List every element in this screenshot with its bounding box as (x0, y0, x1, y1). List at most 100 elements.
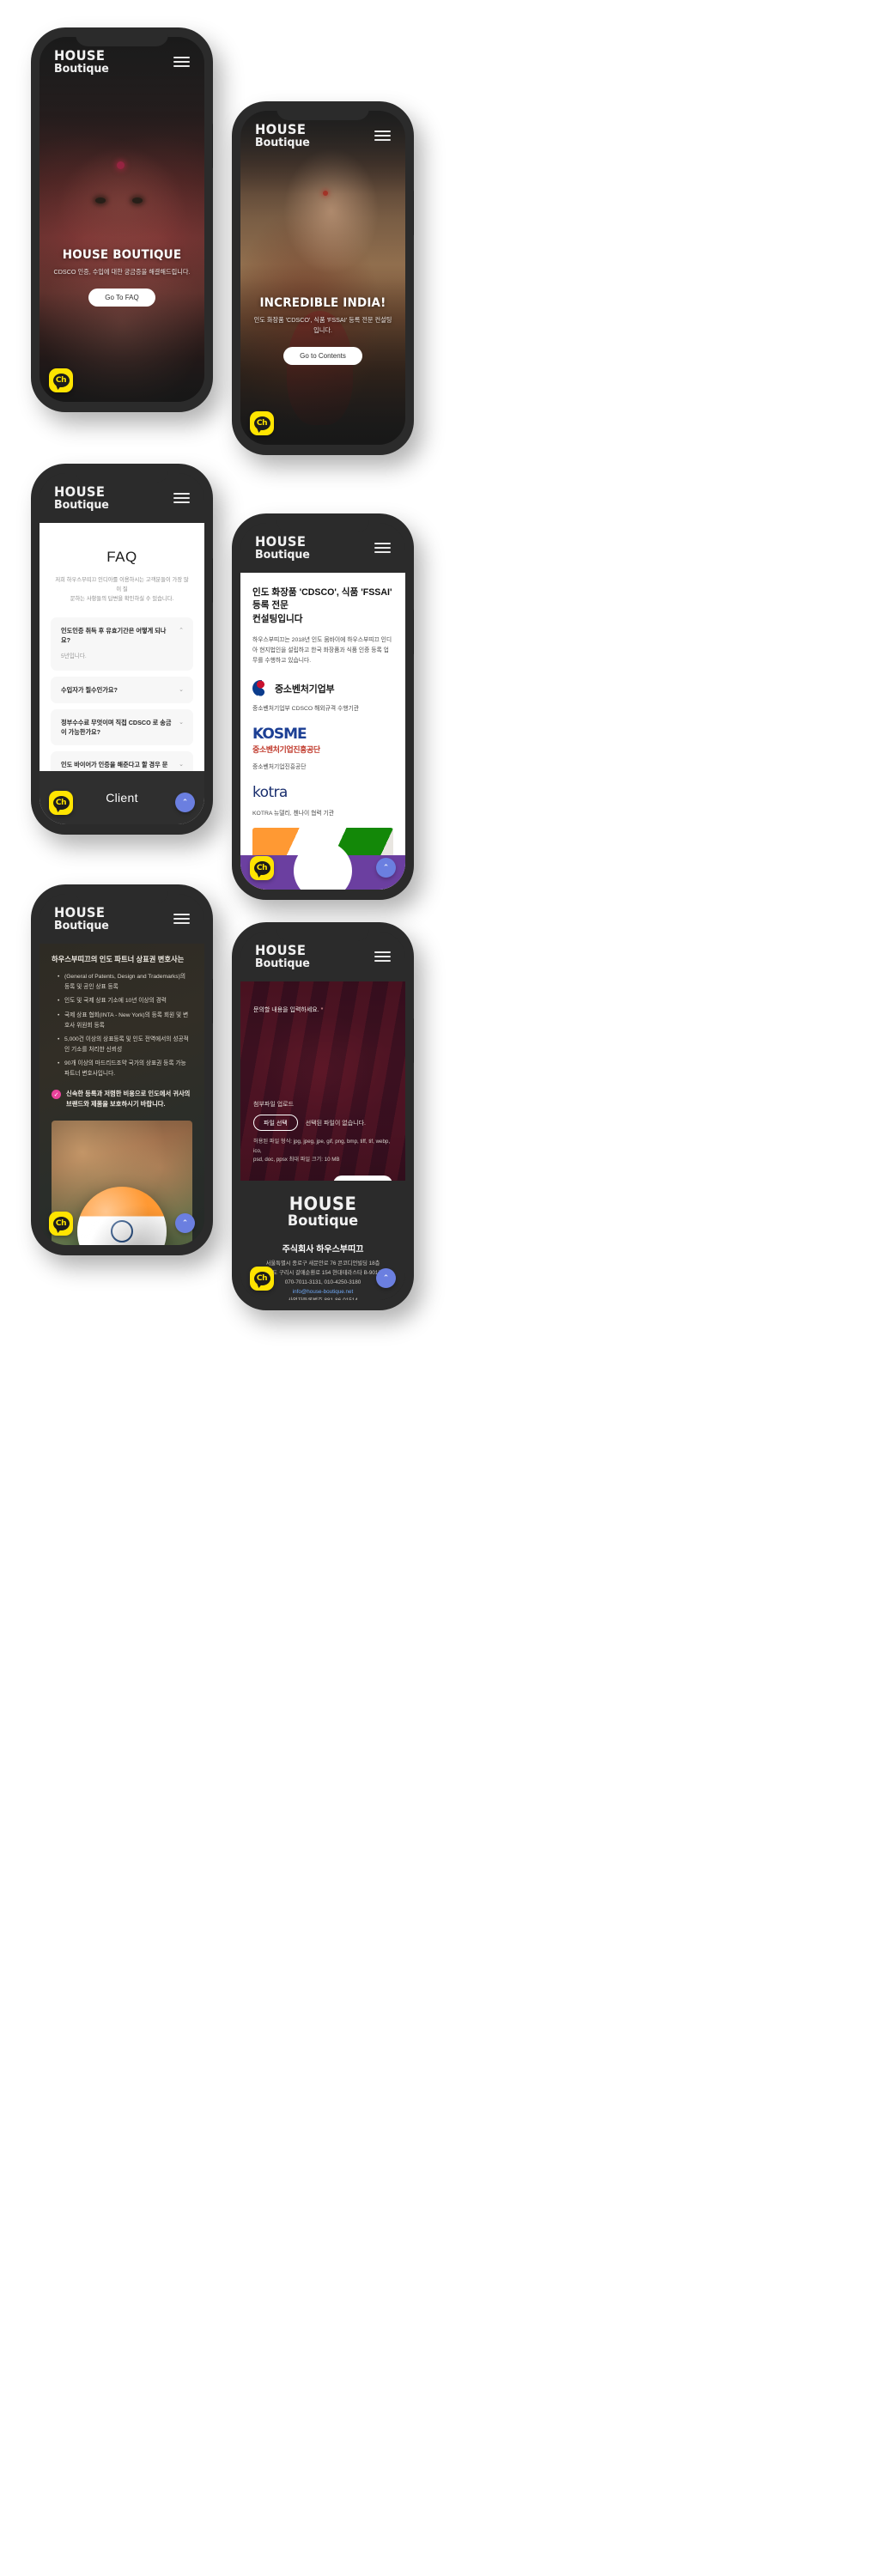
trademark-bullet: 5,000건 이상의 상표등록 및 인도 전역에서의 성공적인 기소를 처리한 … (58, 1035, 192, 1054)
kosme-logo-subtext: 중소벤처기업진흥공단 (252, 745, 320, 755)
phone-side-button (212, 979, 213, 1024)
chat-bubble-icon: Ch (253, 1272, 270, 1285)
brand-logo[interactable]: HOUSE Boutique (54, 49, 112, 76)
hamburger-icon[interactable] (173, 913, 190, 925)
phone-side-button (413, 610, 414, 654)
scroll-to-top-button[interactable]: ⌃ (376, 858, 396, 878)
channel-talk-button[interactable]: Ch (250, 856, 274, 880)
faq-question-text: 인도인증 취득 후 유효기간은 어떻게 되나요? (61, 627, 167, 645)
hero-subtitle-line2: 입니다. (313, 325, 332, 334)
hamburger-icon[interactable] (173, 492, 190, 504)
phone-screen-5: 하우스부띠끄의 인도 파트너 상표권 변호사는 (General of Pate… (39, 894, 204, 1245)
channel-talk-button[interactable]: Ch (250, 1267, 274, 1291)
faq-header: FAQ 저희 하우스부띠끄 인디아를 이용하시는 고객분들이 가장 많이 질 문… (39, 523, 204, 617)
chat-bubble-label: Ch (55, 1218, 67, 1228)
brand-logo-line2: Boutique (54, 61, 109, 76)
phone-mockup-5-trademark: 하우스부띠끄의 인도 파트너 상표권 변호사는 (General of Pate… (31, 884, 213, 1255)
brand-logo-line2: Boutique (255, 547, 310, 562)
faq-question-row[interactable]: 수입자가 필수인가요? ⌄ (61, 685, 184, 695)
trademark-note-text: 신속한 등록과 저렴한 비용으로 인도에서 귀사의 브랜드와 제품을 보호하시기… (66, 1090, 191, 1108)
faq-question-row[interactable]: 인도인증 취득 후 유효기간은 어떻게 되나요? ⌃ (61, 626, 184, 645)
phone-mockup-1: HOUSE BOUTIQUE CDSCO 인증, 수입에 대한 궁금증을 해결해… (31, 27, 213, 412)
korea-government-taeguk-icon (252, 680, 269, 697)
phone-mockup-3-faq: FAQ 저희 하우스부띠끄 인디아를 이용하시는 고객분들이 가장 많이 질 문… (31, 464, 213, 835)
hero-section-2: INCREDIBLE INDIA! 인도 화장품 'CDSCO', 식품 'FS… (240, 111, 405, 445)
brand-logo-line1: HOUSE (255, 941, 307, 958)
hamburger-icon[interactable] (374, 951, 391, 963)
chat-bubble-icon: Ch (52, 796, 70, 810)
hero-image-indian-woman (39, 37, 204, 402)
channel-talk-button[interactable]: Ch (49, 368, 73, 392)
trademark-bullet-list: (General of Patents, Design and Trademar… (52, 972, 192, 1078)
brand-logo-line2: Boutique (54, 918, 109, 933)
scroll-to-top-button[interactable]: ⌃ (175, 1213, 195, 1233)
hamburger-icon[interactable] (374, 542, 391, 554)
chat-bubble-label: Ch (256, 863, 268, 872)
hamburger-icon[interactable] (173, 56, 190, 68)
contact-form: 문의할 내용을 입력하세요. * 첨부파일 업로드 파일 선택 선택된 파일이 … (240, 981, 405, 1181)
scroll-to-top-button[interactable]: ⌃ (175, 793, 195, 812)
footer-logo-line2: Boutique (287, 1212, 359, 1230)
content-page: 인도 화장품 'CDSCO', 식품 'FSSAI' 등록 전문 컨설팅입니다 … (240, 573, 405, 890)
brand-logo-line1: HOUSE (255, 532, 307, 550)
captcha-question: 3 + 8 = (253, 1180, 278, 1181)
brand-logo-line2: Boutique (255, 135, 310, 149)
org-block-kosme: KOSME 중소벤처기업진흥공단 중소벤처기업진흥공단 (252, 726, 393, 770)
faq-page: FAQ 저희 하우스부띠끄 인디아를 이용하시는 고객분들이 가장 많이 질 문… (39, 523, 204, 824)
hero-title: INCREDIBLE INDIA! (259, 296, 386, 310)
hero-section-1: HOUSE BOUTIQUE CDSCO 인증, 수입에 대한 궁금증을 해결해… (39, 37, 204, 402)
chat-bubble-label: Ch (256, 418, 268, 428)
org-logo-row: 중소벤처기업부 (252, 680, 393, 697)
choose-file-button[interactable]: 파일 선택 (253, 1115, 298, 1131)
brand-logo[interactable]: HOUSE Boutique (255, 532, 313, 562)
phone-notch (76, 27, 168, 46)
channel-talk-button[interactable]: Ch (49, 1212, 73, 1236)
phone-screen-2: INCREDIBLE INDIA! 인도 화장품 'CDSCO', 식품 'FS… (240, 111, 405, 445)
chat-bubble-label: Ch (256, 1273, 268, 1283)
go-to-faq-button[interactable]: Go To FAQ (88, 288, 155, 307)
channel-talk-button[interactable]: Ch (49, 791, 73, 815)
faq-item[interactable]: 정부수수료 무엇이며 직접 CDSCO 로 송금이 가능한가요? ⌄ (51, 709, 193, 746)
faq-question-text: 정부수수료 무엇이며 직접 CDSCO 로 송금이 가능한가요? (61, 719, 172, 737)
scroll-to-top-button[interactable]: ⌃ (376, 1268, 396, 1288)
phone-side-button (212, 124, 213, 168)
screenshot-canvas: HOUSE BOUTIQUE CDSCO 인증, 수입에 대한 궁금증을 해결해… (0, 0, 881, 2576)
faq-item[interactable]: 인도인증 취득 후 유효기간은 어떻게 되나요? ⌃ 5년입니다. (51, 617, 193, 671)
faq-item[interactable]: 수입자가 필수인가요? ⌄ (51, 676, 193, 704)
org-caption: KOTRA 뉴델리, 첸나이 협력 기관 (252, 811, 335, 817)
brand-logo[interactable]: HOUSE Boutique (54, 485, 112, 511)
footer-email-kr[interactable]: info@house-boutique.net (252, 1288, 393, 1297)
footer-business-number: 사업자등록번호 881-86-01514 (252, 1297, 393, 1300)
faq-question-row[interactable]: 정부수수료 무엇이며 직접 CDSCO 로 송금이 가능한가요? ⌄ (61, 718, 184, 737)
upload-label: 첨부파일 업로드 (253, 1102, 295, 1108)
message-textarea[interactable] (253, 1014, 392, 1088)
file-picker-row: 파일 선택 선택된 파일이 없습니다. (253, 1115, 392, 1131)
footer-address-kr-1: 서울특별시 종로구 새문안로 76 콘코디언빌딩 18층 (265, 1261, 380, 1267)
brand-logo-line1: HOUSE (54, 903, 106, 920)
hamburger-icon[interactable] (374, 130, 391, 142)
submit-inquiry-button[interactable]: 문의사항 전송 (333, 1175, 392, 1181)
form-top-spacer (253, 988, 392, 997)
brand-logo[interactable]: HOUSE Boutique (255, 123, 313, 149)
brand-logo[interactable]: HOUSE Boutique (54, 903, 112, 933)
contact-page: 문의할 내용을 입력하세요. * 첨부파일 업로드 파일 선택 선택된 파일이 … (240, 981, 405, 1300)
channel-talk-button[interactable]: Ch (250, 411, 274, 435)
file-status-text: 선택된 파일이 없습니다. (305, 1120, 366, 1127)
phone-notch (76, 464, 168, 483)
kotra-logo-text: kotra (252, 784, 288, 802)
kosme-logo-text: KOSME (252, 726, 307, 744)
kosme-logo: KOSME 중소벤처기업진흥공단 (252, 726, 393, 755)
footer-logo-line1: HOUSE (289, 1194, 357, 1214)
chat-bubble-icon: Ch (253, 416, 270, 430)
message-field-label: 문의할 내용을 입력하세요. * (253, 1005, 392, 1014)
trademark-heading: 하우스부띠끄의 인도 파트너 상표권 변호사는 (52, 955, 185, 963)
upload-hint-line1: 허용된 파일 형식: jpg, jpeg, jpe, gif, png, bmp… (253, 1139, 391, 1154)
go-to-contents-button[interactable]: Go to Contents (283, 346, 362, 365)
brand-logo[interactable]: HOUSE Boutique (255, 941, 313, 970)
footer-logo: HOUSE Boutique (252, 1194, 393, 1230)
brand-logo-line2: Boutique (255, 956, 310, 970)
phone-side-button (413, 191, 414, 235)
phone-mockup-6-contact: 문의할 내용을 입력하세요. * 첨부파일 업로드 파일 선택 선택된 파일이 … (232, 922, 414, 1310)
check-circle-icon: ✓ (52, 1090, 61, 1100)
hero-copy-2: INCREDIBLE INDIA! 인도 화장품 'CDSCO', 식품 'FS… (240, 296, 405, 365)
